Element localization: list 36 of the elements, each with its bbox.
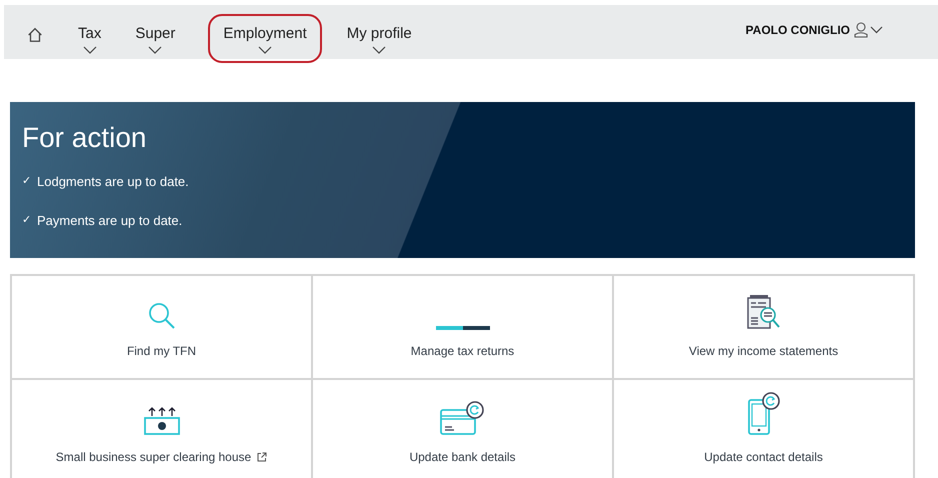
chevron-down-icon (148, 46, 162, 54)
service-tile[interactable]: Update bank details (313, 380, 614, 478)
service-tile[interactable]: Find my TFN (12, 276, 313, 380)
service-tile[interactable]: Small business super clearing house (12, 380, 313, 478)
document-search-icon (746, 294, 782, 330)
tile-label: Find my TFN (126, 344, 196, 358)
money-icon (144, 406, 180, 436)
chevron-down-icon[interactable] (870, 26, 883, 34)
chevron-down-icon (82, 46, 97, 54)
tile-label: View my income statements (688, 344, 838, 358)
home-icon[interactable] (26, 26, 44, 44)
nav-menu-item[interactable]: Employment (208, 14, 322, 63)
tile-label: Small business super clearing house (56, 450, 252, 464)
nav-menu-item[interactable]: My profile (332, 14, 427, 63)
tile-label: Update bank details (409, 450, 516, 464)
check-icon: ✓ (22, 213, 31, 228)
phone-icon (746, 392, 780, 436)
tile-label: Update contact details (704, 450, 823, 464)
banner-title: For action (22, 122, 148, 154)
nav-menu-item[interactable]: Super (120, 14, 190, 63)
bank-card-icon (440, 400, 486, 436)
nav-menu-item[interactable]: Tax (63, 14, 116, 63)
external-link-icon (257, 452, 268, 462)
user-name[interactable]: PAOLO CONIGLIO (746, 23, 850, 37)
chevron-down-icon (372, 46, 386, 54)
check-icon: ✓ (22, 174, 31, 189)
status-text: Payments are up to date. (37, 213, 182, 228)
progress-icon (436, 326, 490, 330)
service-tile[interactable]: Manage tax returns (313, 276, 614, 380)
tile-label: Manage tax returns (410, 344, 514, 358)
search-icon (148, 302, 176, 330)
service-tile[interactable]: Update contact details (614, 380, 915, 478)
service-tile[interactable]: View my income statements (614, 276, 915, 380)
user-icon[interactable] (854, 22, 868, 38)
chevron-down-icon (258, 46, 272, 54)
status-text: Lodgments are up to date. (37, 174, 189, 189)
